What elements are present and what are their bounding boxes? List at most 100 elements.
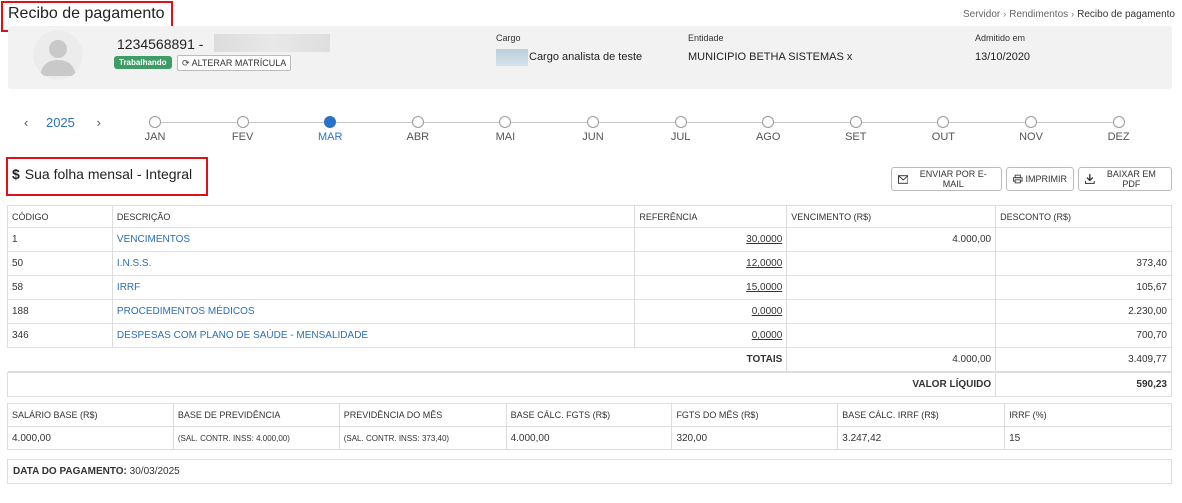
page-title: Recibo de pagamento bbox=[8, 5, 165, 22]
month-label: SET bbox=[845, 131, 867, 143]
status-badge: Trabalhando bbox=[114, 56, 172, 69]
month-dot[interactable] bbox=[411, 116, 424, 128]
printer-icon bbox=[1013, 174, 1023, 184]
cell-referencia[interactable]: 0,0000 bbox=[634, 323, 788, 348]
month-label: JUN bbox=[582, 131, 604, 143]
send-email-label: ENVIAR POR E-MAIL bbox=[919, 169, 987, 189]
cell-codigo: 346 bbox=[7, 323, 113, 348]
cell-descricao-link[interactable]: IRRF bbox=[111, 275, 636, 300]
chevron-left-icon[interactable]: ‹ bbox=[24, 115, 28, 130]
table-row: 346 DESPESAS COM PLANO DE SAÚDE - MENSALI… bbox=[7, 323, 1172, 348]
month-label: JUL bbox=[670, 131, 691, 143]
employee-header: 1234568891 - Trabalhando ⟳ ALTERAR MATRÍ… bbox=[8, 26, 1172, 89]
referencia-link[interactable]: 15,0000 bbox=[746, 282, 782, 293]
breadcrumb-current: Recibo de pagamento bbox=[1077, 9, 1175, 20]
month-mai[interactable]: MAI bbox=[485, 116, 525, 143]
cell-referencia[interactable]: 30,0000 bbox=[634, 227, 788, 252]
cell-desconto: 105,67 bbox=[995, 275, 1172, 300]
month-jan[interactable]: JAN bbox=[135, 116, 175, 143]
table-row: 1 VENCIMENTOS 30,0000 4.000,00 bbox=[7, 227, 1172, 252]
earnings-table: CÓDIGO DESCRIÇÃO REFERÊNCIA VENCIMENTO (… bbox=[7, 205, 1172, 372]
month-abr[interactable]: ABR bbox=[398, 116, 438, 143]
month-dot[interactable] bbox=[236, 116, 249, 128]
cell-descricao-link[interactable]: DESPESAS COM PLANO DE SAÚDE - MENSALIDAD… bbox=[111, 323, 636, 348]
month-label: MAR bbox=[317, 131, 343, 143]
print-label: IMPRIMIR bbox=[1025, 174, 1068, 184]
col-referencia: REFERÊNCIA bbox=[634, 205, 788, 228]
month-dot[interactable] bbox=[149, 116, 161, 128]
month-dot[interactable] bbox=[674, 116, 687, 128]
month-jun[interactable]: JUN bbox=[573, 116, 613, 143]
data-pagamento: DATA DO PAGAMENTO: 30/03/2025 bbox=[7, 459, 1172, 484]
cell-desconto: 2.230,00 bbox=[995, 299, 1172, 324]
referencia-link[interactable]: 12,0000 bbox=[746, 258, 782, 269]
envelope-icon bbox=[898, 174, 909, 184]
bases-col-header: SALÁRIO BASE (R$) bbox=[7, 403, 174, 427]
month-label: AGO bbox=[755, 131, 781, 143]
cell-codigo: 188 bbox=[7, 299, 113, 324]
month-nov[interactable]: NOV bbox=[1011, 116, 1051, 143]
alterar-matricula-button[interactable]: ⟳ ALTERAR MATRÍCULA bbox=[177, 55, 292, 71]
month-dot[interactable] bbox=[937, 116, 950, 128]
referencia-link[interactable]: 0,0000 bbox=[752, 306, 783, 317]
month-fev[interactable]: FEV bbox=[223, 116, 263, 143]
bases-value: 15 bbox=[1004, 426, 1172, 450]
month-dot[interactable] bbox=[849, 116, 862, 128]
cell-referencia[interactable]: 12,0000 bbox=[634, 251, 788, 276]
download-pdf-label: BAIXAR EM PDF bbox=[1106, 169, 1156, 189]
month-out[interactable]: OUT bbox=[923, 116, 963, 143]
table-row: 58 IRRF 15,0000 105,67 bbox=[7, 275, 1172, 300]
referencia-link[interactable]: 30,0000 bbox=[746, 234, 782, 245]
month-dot[interactable] bbox=[762, 116, 775, 128]
cargo-value: Cargo analista de teste bbox=[529, 51, 643, 63]
month-dez[interactable]: DEZ bbox=[1099, 116, 1139, 143]
cell-referencia[interactable]: 0,0000 bbox=[634, 299, 788, 324]
chevron-right-icon: › bbox=[1003, 9, 1007, 19]
cell-referencia[interactable]: 15,0000 bbox=[634, 275, 788, 300]
send-email-button[interactable]: ENVIAR POR E-MAIL bbox=[891, 167, 1002, 191]
bases-value: 320,00 bbox=[671, 426, 839, 450]
cell-descricao-link[interactable]: I.N.S.S. bbox=[111, 251, 636, 276]
valor-liquido-label: VALOR LÍQUIDO bbox=[6, 372, 997, 397]
totais-label: TOTAIS bbox=[7, 347, 788, 372]
cell-descricao-link[interactable]: PROCEDIMENTOS MÉDICOS bbox=[111, 299, 636, 324]
cell-vencimento: 4.000,00 bbox=[786, 227, 997, 252]
bases-value: 4.000,00 bbox=[505, 426, 673, 450]
col-descricao: DESCRIÇÃO bbox=[111, 205, 636, 228]
chevron-right-icon[interactable]: › bbox=[97, 115, 101, 130]
cell-codigo: 1 bbox=[7, 227, 113, 252]
employee-name-redacted bbox=[214, 34, 330, 52]
month-dot[interactable] bbox=[587, 116, 599, 128]
breadcrumb: Servidor › Rendimentos › Recibo de pagamento bbox=[963, 9, 1175, 20]
month-dot[interactable] bbox=[324, 116, 337, 128]
avatar bbox=[33, 30, 83, 80]
year-selector: ‹ 2025 › bbox=[24, 115, 101, 130]
month-jul[interactable]: JUL bbox=[661, 116, 701, 143]
download-pdf-button[interactable]: BAIXAR EM PDF bbox=[1078, 167, 1172, 191]
refresh-icon: ⟳ bbox=[182, 58, 190, 68]
entidade-label: Entidade bbox=[688, 33, 724, 43]
col-desconto: DESCONTO (R$) bbox=[995, 205, 1172, 228]
month-timeline bbox=[154, 122, 1121, 123]
folha-title-text: Sua folha mensal - Integral bbox=[24, 166, 193, 182]
cargo-image bbox=[496, 49, 528, 66]
year-value[interactable]: 2025 bbox=[46, 115, 75, 130]
cell-vencimento bbox=[786, 323, 997, 348]
month-set[interactable]: SET bbox=[836, 116, 876, 143]
month-dot[interactable] bbox=[499, 116, 512, 128]
cell-descricao-link[interactable]: VENCIMENTOS bbox=[111, 227, 636, 252]
cell-desconto: 373,40 bbox=[995, 251, 1172, 276]
month-mar[interactable]: MAR bbox=[310, 116, 350, 143]
referencia-link[interactable]: 0,0000 bbox=[752, 330, 783, 341]
cell-codigo: 58 bbox=[7, 275, 113, 300]
breadcrumb-servidor[interactable]: Servidor bbox=[963, 9, 1000, 20]
month-ago[interactable]: AGO bbox=[748, 116, 788, 143]
print-button[interactable]: IMPRIMIR bbox=[1006, 167, 1074, 191]
breadcrumb-rendimentos[interactable]: Rendimentos bbox=[1009, 9, 1068, 20]
month-dot[interactable] bbox=[1025, 116, 1037, 128]
month-label: MAI bbox=[495, 131, 516, 143]
user-silhouette-icon bbox=[33, 30, 83, 80]
admitido-label: Admitido em bbox=[975, 33, 1026, 43]
bases-value: (SAL. CONTR. INSS: 373,40) bbox=[338, 426, 507, 450]
month-dot[interactable] bbox=[1112, 116, 1125, 128]
